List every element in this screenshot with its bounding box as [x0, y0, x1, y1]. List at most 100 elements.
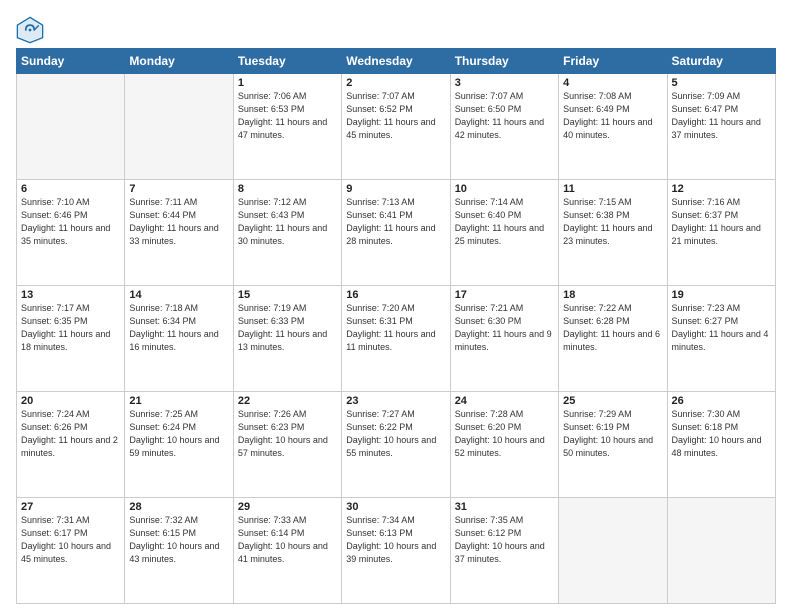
- day-info: Sunrise: 7:34 AM Sunset: 6:13 PM Dayligh…: [346, 514, 445, 566]
- calendar-cell: 26Sunrise: 7:30 AM Sunset: 6:18 PM Dayli…: [667, 392, 775, 498]
- day-info: Sunrise: 7:35 AM Sunset: 6:12 PM Dayligh…: [455, 514, 554, 566]
- day-info: Sunrise: 7:23 AM Sunset: 6:27 PM Dayligh…: [672, 302, 771, 354]
- calendar-cell: 1Sunrise: 7:06 AM Sunset: 6:53 PM Daylig…: [233, 74, 341, 180]
- calendar-cell: 15Sunrise: 7:19 AM Sunset: 6:33 PM Dayli…: [233, 286, 341, 392]
- day-number: 27: [21, 501, 120, 513]
- day-number: 13: [21, 289, 120, 301]
- day-info: Sunrise: 7:30 AM Sunset: 6:18 PM Dayligh…: [672, 408, 771, 460]
- day-info: Sunrise: 7:17 AM Sunset: 6:35 PM Dayligh…: [21, 302, 120, 354]
- day-info: Sunrise: 7:18 AM Sunset: 6:34 PM Dayligh…: [129, 302, 228, 354]
- calendar-cell: 9Sunrise: 7:13 AM Sunset: 6:41 PM Daylig…: [342, 180, 450, 286]
- day-info: Sunrise: 7:15 AM Sunset: 6:38 PM Dayligh…: [563, 196, 662, 248]
- calendar-cell: 29Sunrise: 7:33 AM Sunset: 6:14 PM Dayli…: [233, 498, 341, 604]
- calendar-cell: 25Sunrise: 7:29 AM Sunset: 6:19 PM Dayli…: [559, 392, 667, 498]
- calendar-week-row: 1Sunrise: 7:06 AM Sunset: 6:53 PM Daylig…: [17, 74, 776, 180]
- day-info: Sunrise: 7:19 AM Sunset: 6:33 PM Dayligh…: [238, 302, 337, 354]
- day-info: Sunrise: 7:27 AM Sunset: 6:22 PM Dayligh…: [346, 408, 445, 460]
- day-number: 16: [346, 289, 445, 301]
- day-number: 2: [346, 77, 445, 89]
- day-number: 30: [346, 501, 445, 513]
- calendar-cell: [667, 498, 775, 604]
- calendar-table: SundayMondayTuesdayWednesdayThursdayFrid…: [16, 48, 776, 604]
- calendar-cell: 24Sunrise: 7:28 AM Sunset: 6:20 PM Dayli…: [450, 392, 558, 498]
- calendar-cell: 23Sunrise: 7:27 AM Sunset: 6:22 PM Dayli…: [342, 392, 450, 498]
- calendar-weekday-wednesday: Wednesday: [342, 49, 450, 74]
- calendar-cell: 22Sunrise: 7:26 AM Sunset: 6:23 PM Dayli…: [233, 392, 341, 498]
- day-number: 19: [672, 289, 771, 301]
- logo-icon: [16, 16, 44, 44]
- day-info: Sunrise: 7:20 AM Sunset: 6:31 PM Dayligh…: [346, 302, 445, 354]
- calendar-cell: 14Sunrise: 7:18 AM Sunset: 6:34 PM Dayli…: [125, 286, 233, 392]
- day-number: 20: [21, 395, 120, 407]
- day-number: 18: [563, 289, 662, 301]
- day-number: 4: [563, 77, 662, 89]
- day-info: Sunrise: 7:22 AM Sunset: 6:28 PM Dayligh…: [563, 302, 662, 354]
- day-info: Sunrise: 7:24 AM Sunset: 6:26 PM Dayligh…: [21, 408, 120, 460]
- day-info: Sunrise: 7:29 AM Sunset: 6:19 PM Dayligh…: [563, 408, 662, 460]
- calendar-cell: 7Sunrise: 7:11 AM Sunset: 6:44 PM Daylig…: [125, 180, 233, 286]
- day-info: Sunrise: 7:31 AM Sunset: 6:17 PM Dayligh…: [21, 514, 120, 566]
- calendar-cell: 4Sunrise: 7:08 AM Sunset: 6:49 PM Daylig…: [559, 74, 667, 180]
- day-info: Sunrise: 7:06 AM Sunset: 6:53 PM Dayligh…: [238, 90, 337, 142]
- day-info: Sunrise: 7:08 AM Sunset: 6:49 PM Dayligh…: [563, 90, 662, 142]
- calendar-cell: [17, 74, 125, 180]
- calendar-weekday-sunday: Sunday: [17, 49, 125, 74]
- calendar-cell: 17Sunrise: 7:21 AM Sunset: 6:30 PM Dayli…: [450, 286, 558, 392]
- day-number: 24: [455, 395, 554, 407]
- day-info: Sunrise: 7:07 AM Sunset: 6:52 PM Dayligh…: [346, 90, 445, 142]
- calendar-header-row: SundayMondayTuesdayWednesdayThursdayFrid…: [17, 49, 776, 74]
- day-number: 25: [563, 395, 662, 407]
- day-info: Sunrise: 7:25 AM Sunset: 6:24 PM Dayligh…: [129, 408, 228, 460]
- day-info: Sunrise: 7:10 AM Sunset: 6:46 PM Dayligh…: [21, 196, 120, 248]
- day-number: 11: [563, 183, 662, 195]
- day-number: 21: [129, 395, 228, 407]
- day-info: Sunrise: 7:09 AM Sunset: 6:47 PM Dayligh…: [672, 90, 771, 142]
- calendar-cell: 13Sunrise: 7:17 AM Sunset: 6:35 PM Dayli…: [17, 286, 125, 392]
- day-number: 15: [238, 289, 337, 301]
- calendar-cell: 31Sunrise: 7:35 AM Sunset: 6:12 PM Dayli…: [450, 498, 558, 604]
- day-number: 3: [455, 77, 554, 89]
- day-number: 29: [238, 501, 337, 513]
- header: [16, 12, 776, 44]
- day-number: 9: [346, 183, 445, 195]
- day-number: 14: [129, 289, 228, 301]
- day-info: Sunrise: 7:26 AM Sunset: 6:23 PM Dayligh…: [238, 408, 337, 460]
- day-number: 12: [672, 183, 771, 195]
- day-number: 22: [238, 395, 337, 407]
- calendar-cell: 21Sunrise: 7:25 AM Sunset: 6:24 PM Dayli…: [125, 392, 233, 498]
- calendar-weekday-tuesday: Tuesday: [233, 49, 341, 74]
- calendar-cell: 12Sunrise: 7:16 AM Sunset: 6:37 PM Dayli…: [667, 180, 775, 286]
- calendar-cell: 8Sunrise: 7:12 AM Sunset: 6:43 PM Daylig…: [233, 180, 341, 286]
- day-number: 23: [346, 395, 445, 407]
- day-number: 31: [455, 501, 554, 513]
- calendar-cell: 10Sunrise: 7:14 AM Sunset: 6:40 PM Dayli…: [450, 180, 558, 286]
- calendar-cell: 18Sunrise: 7:22 AM Sunset: 6:28 PM Dayli…: [559, 286, 667, 392]
- calendar-cell: 3Sunrise: 7:07 AM Sunset: 6:50 PM Daylig…: [450, 74, 558, 180]
- day-info: Sunrise: 7:13 AM Sunset: 6:41 PM Dayligh…: [346, 196, 445, 248]
- calendar-cell: 2Sunrise: 7:07 AM Sunset: 6:52 PM Daylig…: [342, 74, 450, 180]
- day-number: 8: [238, 183, 337, 195]
- calendar-cell: 11Sunrise: 7:15 AM Sunset: 6:38 PM Dayli…: [559, 180, 667, 286]
- day-info: Sunrise: 7:14 AM Sunset: 6:40 PM Dayligh…: [455, 196, 554, 248]
- day-number: 7: [129, 183, 228, 195]
- calendar-cell: 20Sunrise: 7:24 AM Sunset: 6:26 PM Dayli…: [17, 392, 125, 498]
- calendar-week-row: 6Sunrise: 7:10 AM Sunset: 6:46 PM Daylig…: [17, 180, 776, 286]
- calendar-weekday-thursday: Thursday: [450, 49, 558, 74]
- calendar-weekday-saturday: Saturday: [667, 49, 775, 74]
- calendar-cell: 30Sunrise: 7:34 AM Sunset: 6:13 PM Dayli…: [342, 498, 450, 604]
- day-number: 5: [672, 77, 771, 89]
- calendar-cell: 16Sunrise: 7:20 AM Sunset: 6:31 PM Dayli…: [342, 286, 450, 392]
- day-info: Sunrise: 7:16 AM Sunset: 6:37 PM Dayligh…: [672, 196, 771, 248]
- day-number: 28: [129, 501, 228, 513]
- calendar-weekday-monday: Monday: [125, 49, 233, 74]
- day-info: Sunrise: 7:07 AM Sunset: 6:50 PM Dayligh…: [455, 90, 554, 142]
- calendar-cell: [125, 74, 233, 180]
- calendar-cell: 28Sunrise: 7:32 AM Sunset: 6:15 PM Dayli…: [125, 498, 233, 604]
- day-info: Sunrise: 7:21 AM Sunset: 6:30 PM Dayligh…: [455, 302, 554, 354]
- calendar-week-row: 20Sunrise: 7:24 AM Sunset: 6:26 PM Dayli…: [17, 392, 776, 498]
- day-number: 17: [455, 289, 554, 301]
- day-info: Sunrise: 7:12 AM Sunset: 6:43 PM Dayligh…: [238, 196, 337, 248]
- day-info: Sunrise: 7:32 AM Sunset: 6:15 PM Dayligh…: [129, 514, 228, 566]
- calendar-cell: 6Sunrise: 7:10 AM Sunset: 6:46 PM Daylig…: [17, 180, 125, 286]
- calendar-cell: 27Sunrise: 7:31 AM Sunset: 6:17 PM Dayli…: [17, 498, 125, 604]
